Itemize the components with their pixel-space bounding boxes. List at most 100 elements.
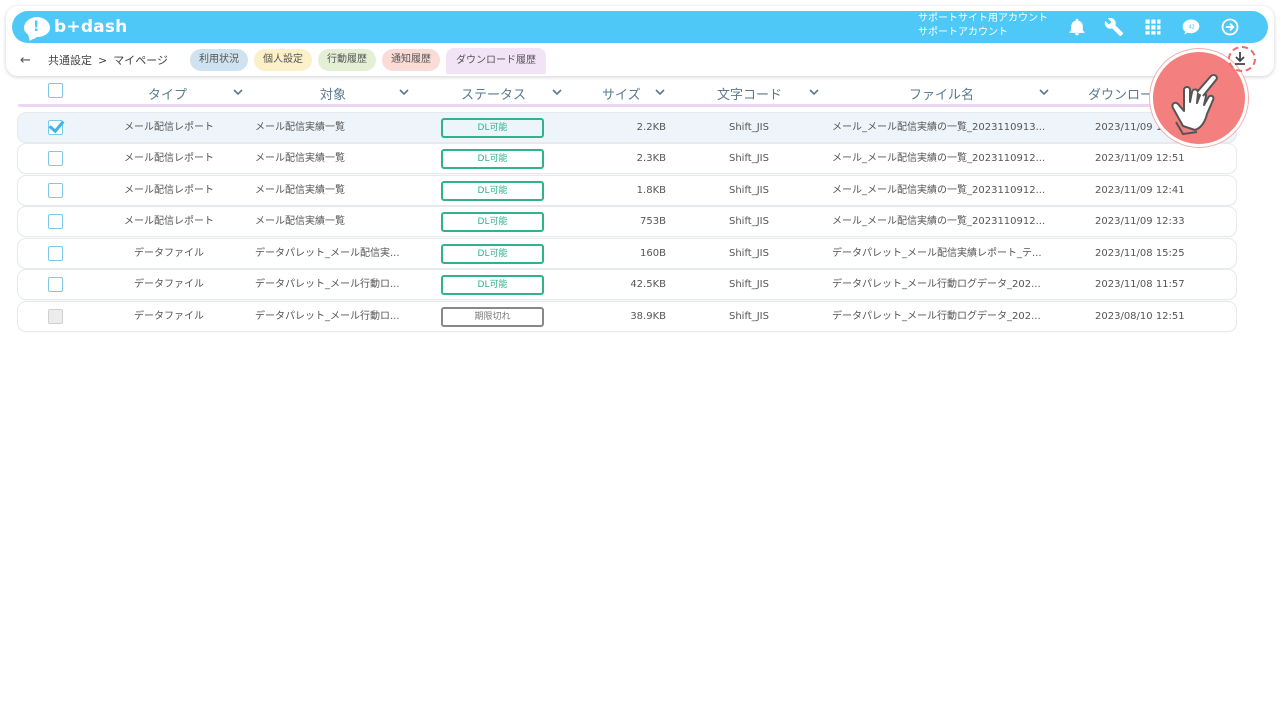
status-badge[interactable]: 期限切れ: [441, 307, 544, 327]
breadcrumb-separator: >: [98, 53, 108, 67]
back-arrow-icon[interactable]: ←: [20, 53, 40, 68]
bell-icon[interactable]: [1065, 15, 1089, 39]
cell-encoding: Shift_JIS: [729, 185, 769, 196]
cell-download-date: 2023/11/08 15:25: [1095, 248, 1185, 259]
column-header-download-date[interactable]: ダウンロー: [1088, 84, 1153, 103]
svg-text:42: 42: [1189, 25, 1195, 31]
row-checkbox: [48, 309, 63, 324]
row-checkbox[interactable]: [48, 246, 63, 261]
cell-type: メール配信レポート: [124, 185, 214, 196]
cell-download-date: 2023/11/09 12:33: [1095, 216, 1185, 227]
status-badge[interactable]: DL可能: [441, 212, 544, 232]
column-header-filename[interactable]: ファイル名: [909, 84, 974, 103]
cell-type: データファイル: [134, 311, 204, 322]
table-row[interactable]: データファイル データパレット_メール行動ロ... DL可能 42.5KB Shift_…: [18, 270, 1236, 299]
cell-encoding: Shift_JIS: [729, 311, 769, 322]
cell-filename: メール_メール配信実績の一覧_2023110912...: [832, 153, 1046, 164]
chevron-down-icon[interactable]: [654, 86, 666, 98]
chevron-down-icon[interactable]: [398, 86, 410, 98]
breadcrumb-common-settings[interactable]: 共通設定: [48, 52, 92, 68]
cell-filename: メール_メール配信実績の一覧_2023110912...: [832, 185, 1046, 196]
chevron-down-icon[interactable]: [551, 86, 563, 98]
account-info[interactable]: サポートサイト用アカウント サポートアカウント: [918, 12, 1048, 40]
table-row[interactable]: メール配信レポート メール配信実績一覧 DL可能 1.8KB Shift_JIS メール_…: [18, 176, 1236, 205]
cell-type: メール配信レポート: [124, 122, 214, 133]
tab-download-history[interactable]: ダウンロード履歴: [446, 48, 546, 74]
tab-notification-history[interactable]: 通知履歴: [382, 49, 440, 71]
cell-target: メール配信実績一覧: [255, 153, 345, 164]
table-row[interactable]: メール配信レポート メール配信実績一覧 DL可能 2.3KB Shift_JIS メール_…: [18, 144, 1236, 173]
table-row[interactable]: メール配信レポート メール配信実績一覧 DL可能 753B Shift_JIS メール_メ…: [18, 207, 1236, 236]
app-header: ! b+dash サポートサイト用アカウント サポートアカウント 42: [12, 11, 1268, 43]
wrench-icon[interactable]: [1102, 15, 1126, 39]
cell-type: データファイル: [134, 248, 204, 259]
cell-size: 160B: [640, 248, 666, 259]
cell-size: 753B: [640, 216, 666, 227]
chat-icon[interactable]: 42: [1179, 15, 1203, 39]
chevron-down-icon[interactable]: [1038, 86, 1050, 98]
cell-encoding: Shift_JIS: [729, 216, 769, 227]
cell-size: 2.3KB: [636, 153, 666, 164]
cell-target: データパレット_メール行動ロ...: [255, 311, 400, 322]
logo-bubble-icon: !: [24, 17, 50, 37]
row-checkbox[interactable]: [48, 151, 63, 166]
column-header-type[interactable]: タイプ: [148, 84, 187, 103]
select-all-checkbox[interactable]: [48, 83, 63, 98]
cell-encoding: Shift_JIS: [729, 248, 769, 259]
cell-target: データパレット_メール配信実...: [255, 248, 400, 259]
status-badge[interactable]: DL可能: [441, 244, 544, 264]
table-row[interactable]: データファイル データパレット_メール配信実... DL可能 160B Shift_JI…: [18, 239, 1236, 268]
cell-target: メール配信実績一覧: [255, 122, 345, 133]
tab-usage[interactable]: 利用状況: [190, 49, 248, 71]
row-checkbox[interactable]: [48, 183, 63, 198]
cell-filename: データパレット_メール行動ログデータ_202...: [832, 311, 1041, 322]
chevron-down-icon[interactable]: [808, 86, 820, 98]
table-header: タイプ 対象 ステータス サイズ 文字コード ファイル名 ダウンロー: [18, 82, 1258, 104]
column-header-encoding[interactable]: 文字コード: [717, 84, 782, 103]
status-badge[interactable]: DL可能: [441, 118, 544, 138]
download-icon[interactable]: [1232, 50, 1248, 66]
cell-target: メール配信実績一覧: [255, 216, 345, 227]
logo-text: b+dash: [54, 17, 128, 37]
row-checkbox[interactable]: [48, 214, 63, 229]
cell-type: データファイル: [134, 279, 204, 290]
status-badge[interactable]: DL可能: [441, 149, 544, 169]
status-badge[interactable]: DL可能: [441, 181, 544, 201]
cell-download-date: 2023/11/08 11:57: [1095, 279, 1185, 290]
status-badge[interactable]: DL可能: [441, 275, 544, 295]
row-checkbox[interactable]: [48, 120, 63, 135]
breadcrumb-mypage: マイページ: [113, 54, 168, 67]
cell-filename: メール_メール配信実績の一覧_2023110913...: [832, 122, 1046, 133]
chevron-down-icon[interactable]: [232, 86, 244, 98]
cell-type: メール配信レポート: [124, 216, 214, 227]
cell-target: データパレット_メール行動ロ...: [255, 279, 400, 290]
cell-download-date: 2023/08/10 12:51: [1095, 311, 1185, 322]
column-header-size[interactable]: サイズ: [602, 84, 641, 103]
cell-size: 42.5KB: [630, 279, 666, 290]
cell-filename: データパレット_メール行動ログデータ_202...: [832, 279, 1041, 290]
header-divider: [18, 104, 1236, 107]
column-header-status[interactable]: ステータス: [461, 84, 526, 103]
cell-filename: メール_メール配信実績の一覧_2023110912...: [832, 216, 1046, 227]
cell-encoding: Shift_JIS: [729, 279, 769, 290]
column-header-target[interactable]: 対象: [320, 84, 346, 103]
table-row[interactable]: メール配信レポート メール配信実績一覧 DL可能 2.2KB Shift_JIS メール_…: [18, 113, 1236, 142]
tab-personal-settings[interactable]: 個人設定: [254, 49, 312, 71]
cell-encoding: Shift_JIS: [729, 122, 769, 133]
cell-download-date: 2023/11/09 12:51: [1095, 153, 1185, 164]
cell-filename: データパレット_メール配信実績レポート_テ...: [832, 248, 1042, 259]
table-row[interactable]: データファイル データパレット_メール行動ロ... 期限切れ 38.9KB Shift_…: [18, 302, 1236, 331]
subnav: ← 共通設定 > マイページ 利用状況 個人設定 行動履歴 通知履歴 ダウンロー…: [20, 48, 546, 74]
cell-type: メール配信レポート: [124, 153, 214, 164]
logout-icon[interactable]: [1218, 15, 1242, 39]
cell-download-date: 2023/11/09 12:41: [1095, 185, 1185, 196]
cell-target: メール配信実績一覧: [255, 185, 345, 196]
grid-icon[interactable]: [1141, 15, 1165, 39]
logo[interactable]: ! b+dash: [24, 15, 127, 39]
cell-size: 38.9KB: [630, 311, 666, 322]
cell-encoding: Shift_JIS: [729, 153, 769, 164]
cell-size: 2.2KB: [636, 122, 666, 133]
account-line-1: サポートサイト用アカウント: [918, 13, 1048, 24]
tab-activity-history[interactable]: 行動履歴: [318, 49, 376, 71]
row-checkbox[interactable]: [48, 277, 63, 292]
